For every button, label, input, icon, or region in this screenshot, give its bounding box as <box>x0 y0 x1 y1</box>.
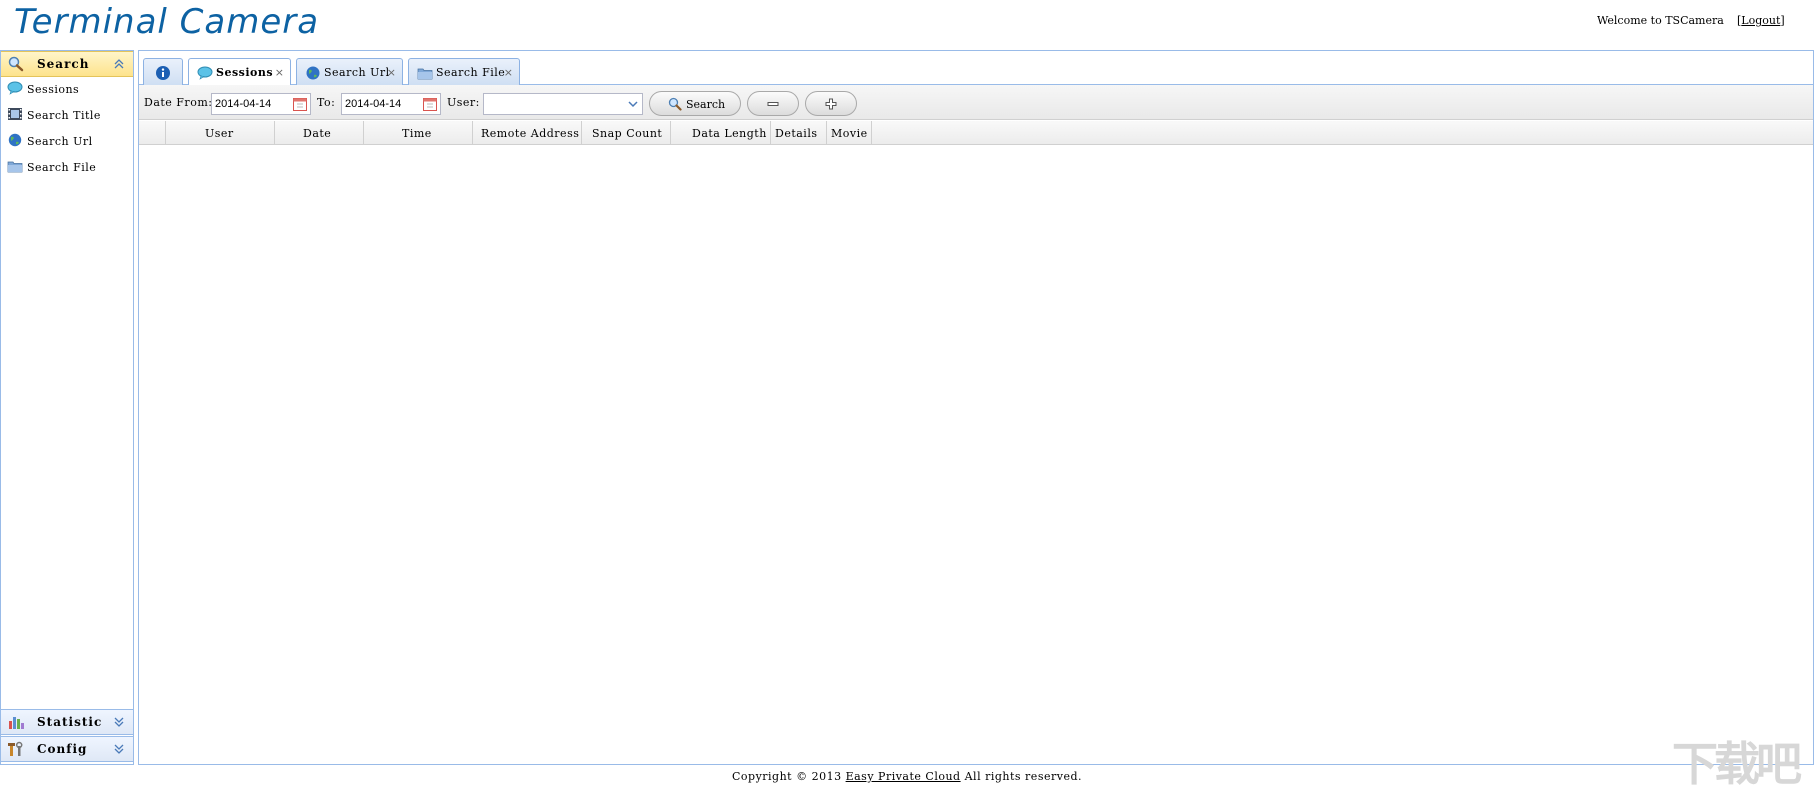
logout-link[interactable]: Logout <box>1741 14 1780 27</box>
search-button-label: Search <box>686 98 726 111</box>
search-button[interactable]: Search <box>649 91 741 116</box>
accordion-search-header[interactable]: Search <box>1 51 133 77</box>
app-header: Terminal Camera Welcome to TSCamera [Log… <box>0 0 1814 50</box>
sidebar-item-search-title[interactable]: Search Title <box>7 105 131 125</box>
tab-label: Search File <box>436 66 506 79</box>
close-icon[interactable]: × <box>275 66 284 79</box>
footer: Copyright © 2013 Easy Private Cloud All … <box>0 770 1814 790</box>
grid-col-remote-address[interactable]: Remote Address <box>473 121 582 145</box>
main-content-panel: Sessions × Search Url × Search File × Da… <box>138 50 1814 765</box>
minus-icon <box>766 97 780 111</box>
film-icon <box>7 107 23 121</box>
app-logo: Terminal Camera <box>14 2 320 42</box>
calendar-icon[interactable] <box>422 96 438 112</box>
copyright-prefix: Copyright © 2013 <box>731 770 842 783</box>
sidebar-item-label: Sessions <box>27 83 80 96</box>
sidebar-item-label: Search Url <box>27 135 93 148</box>
expand-down-icon[interactable] <box>113 716 125 728</box>
grid-col-user[interactable]: User <box>166 121 275 145</box>
tab-label: Search Url <box>324 66 390 79</box>
accordion-statistic-title: Statistic <box>37 715 103 729</box>
left-nav-panel: Search Sessions Search Title Search Url … <box>0 50 134 765</box>
date-from-field[interactable]: 2014-04-14 <box>211 93 311 115</box>
collapse-button[interactable] <box>747 91 799 116</box>
bar-chart-icon <box>7 714 25 730</box>
grid-col-expander <box>139 121 166 145</box>
grid-col-movie[interactable]: Movie <box>827 121 872 145</box>
tab-label: Sessions <box>216 66 274 79</box>
welcome-text: Welcome to TSCamera <box>1597 14 1724 27</box>
grid-col-snap-count[interactable]: Snap Count <box>582 121 671 145</box>
grid-col-details[interactable]: Details <box>771 121 827 145</box>
tab-strip: Sessions × Search Url × Search File × <box>139 51 1813 86</box>
expand-button[interactable] <box>805 91 857 116</box>
grid-header: User Date Time Remote Address Snap Count… <box>139 121 1813 145</box>
globe-icon <box>7 133 23 147</box>
watermark-logo: 下载吧 <box>1672 737 1802 791</box>
tab-sessions[interactable]: Sessions × <box>188 58 291 86</box>
speech-bubble-icon <box>7 81 23 95</box>
accordion-config-header[interactable]: Config <box>1 736 133 762</box>
accordion-config-title: Config <box>37 742 88 756</box>
sidebar-item-search-url[interactable]: Search Url <box>7 131 131 151</box>
speech-bubble-icon <box>197 65 213 81</box>
tab-info[interactable] <box>143 58 183 85</box>
search-icon <box>668 97 682 111</box>
grid-col-data-length[interactable]: Data Length <box>671 121 771 145</box>
sidebar-item-search-file[interactable]: Search File <box>7 157 131 177</box>
grid-col-time[interactable]: Time <box>364 121 473 145</box>
accordion-search-title: Search <box>37 57 90 71</box>
to-label: To: <box>317 96 336 109</box>
accordion-statistic-header[interactable]: Statistic <box>1 709 133 735</box>
search-toolbar: Date From: 2014-04-14 To: 2014-04-14 Use… <box>139 85 1813 120</box>
plus-icon <box>824 97 838 111</box>
folder-icon <box>417 65 433 81</box>
logout-area: [Logout] <box>1737 14 1785 27</box>
folder-icon <box>7 159 23 173</box>
calendar-icon[interactable] <box>292 96 308 112</box>
grid-col-date[interactable]: Date <box>275 121 364 145</box>
sidebar-item-sessions[interactable]: Sessions <box>7 79 131 99</box>
date-to-field[interactable]: 2014-04-14 <box>341 93 441 115</box>
expand-down-icon[interactable] <box>113 743 125 755</box>
user-combo[interactable] <box>483 93 643 115</box>
grid-body <box>139 146 1813 764</box>
tools-icon <box>7 741 25 757</box>
user-label: User: <box>447 96 480 109</box>
close-icon[interactable]: × <box>387 66 396 79</box>
close-icon[interactable]: × <box>504 66 513 79</box>
sidebar-item-label: Search Title <box>27 109 101 122</box>
tab-search-url[interactable]: Search Url × <box>296 58 403 85</box>
collapse-up-icon[interactable] <box>113 58 125 70</box>
chevron-down-icon[interactable] <box>624 94 642 114</box>
company-link[interactable]: Easy Private Cloud <box>846 770 961 783</box>
sidebar-item-label: Search File <box>27 161 97 174</box>
date-from-label: Date From: <box>144 96 213 109</box>
copyright-suffix: All rights reserved. <box>964 770 1082 783</box>
globe-icon <box>305 65 321 81</box>
info-icon <box>155 65 171 81</box>
tab-search-file[interactable]: Search File × <box>408 58 520 85</box>
magnifier-icon <box>7 56 25 72</box>
